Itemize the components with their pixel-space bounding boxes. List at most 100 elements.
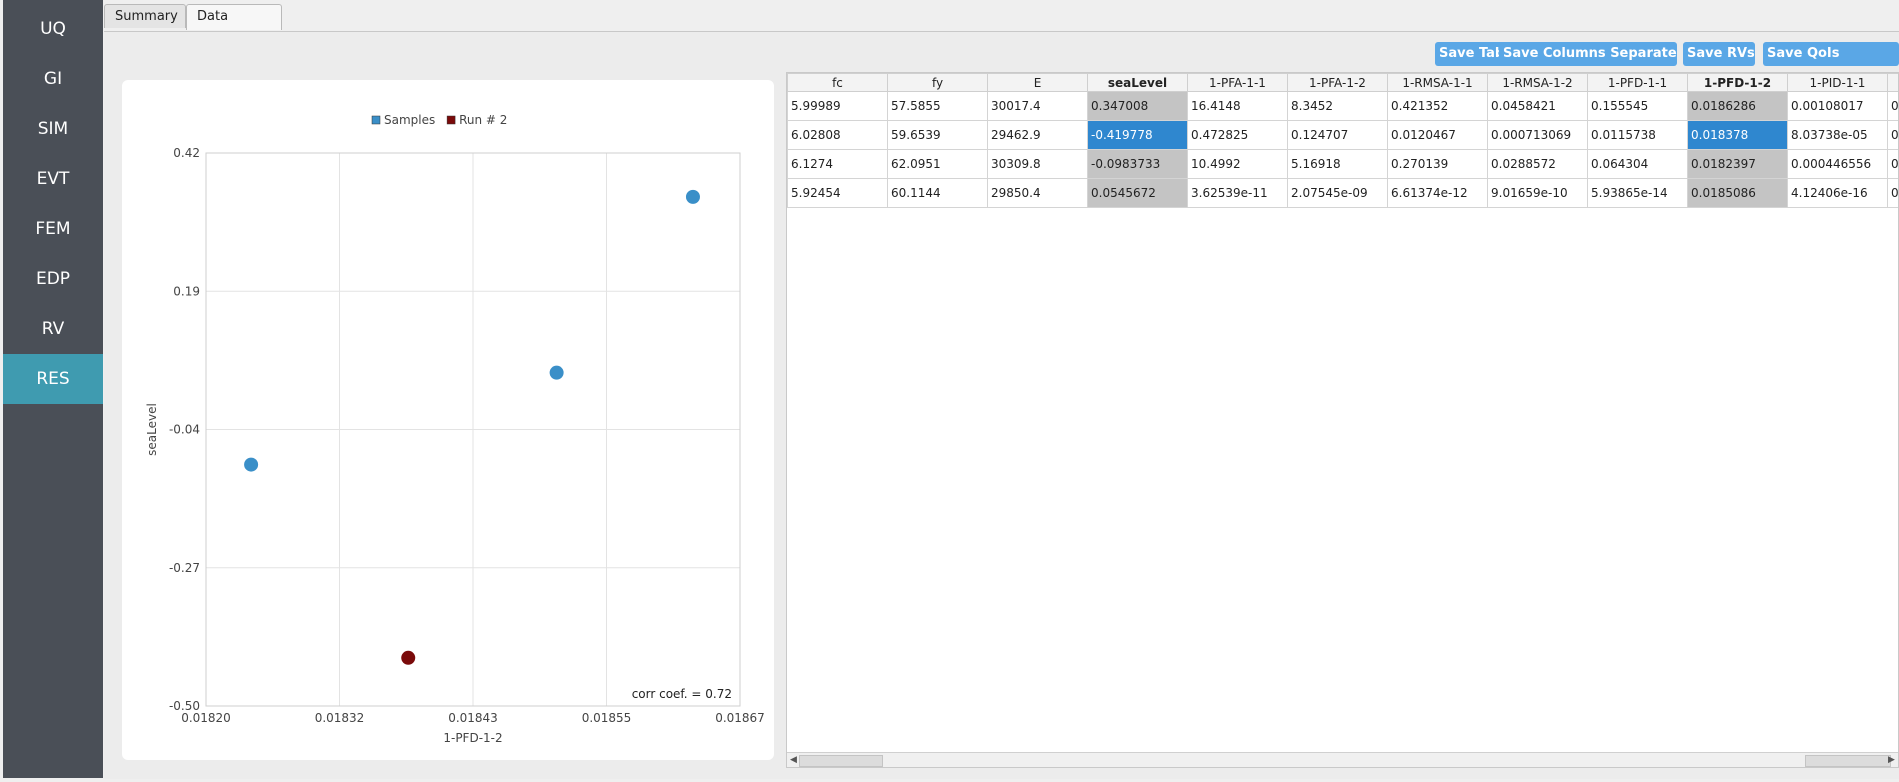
save-columns-separately-button[interactable]: Save Columns Separately xyxy=(1499,42,1677,66)
column-header[interactable]: 1-PFA-1-2 xyxy=(1287,73,1388,92)
table-cell[interactable]: 30309.8 xyxy=(987,149,1088,179)
table-cell[interactable]: 0 xyxy=(1887,149,1898,179)
table-cell[interactable]: 5.92454 xyxy=(787,178,888,208)
table-cell[interactable]: 0.0185086 xyxy=(1687,178,1788,208)
table-cell[interactable]: 0.000713069 xyxy=(1487,120,1588,150)
sidebar-item-edp[interactable]: EDP xyxy=(3,250,103,300)
sidebar-item-rv[interactable]: RV xyxy=(3,300,103,350)
scrollbar-track-segment[interactable] xyxy=(1805,755,1891,767)
table-cell[interactable]: 8.3452 xyxy=(1287,91,1388,121)
table-cell[interactable]: 0.0115738 xyxy=(1587,120,1688,150)
table-cell[interactable]: 0 xyxy=(1887,120,1898,150)
column-header[interactable]: seaLevel xyxy=(1087,73,1188,92)
table-cell[interactable]: 0.064304 xyxy=(1587,149,1688,179)
table-cell[interactable]: 2.07545e-09 xyxy=(1287,178,1388,208)
table-cell[interactable]: 57.5855 xyxy=(887,91,988,121)
sidebar-item-sim[interactable]: SIM xyxy=(3,100,103,150)
y-tick-label: 0.42 xyxy=(173,146,200,160)
sidebar-item-evt[interactable]: EVT xyxy=(3,150,103,200)
tab-data-values[interactable]: Data Values xyxy=(186,4,282,48)
table-cell[interactable]: 0.0186286 xyxy=(1687,91,1788,121)
y-tick-label: -0.50 xyxy=(169,699,200,713)
sidebar-item-fem[interactable]: FEM xyxy=(3,200,103,250)
save-rvs-button[interactable]: Save RVs xyxy=(1683,42,1755,66)
corr-coef-annotation: corr coef. = 0.72 xyxy=(632,687,732,701)
scatter-chart: 0.01820 0.01832 0.01843 0.01855 0.01867 0.42 0… xyxy=(145,113,765,745)
table-cell[interactable]: 29462.9 xyxy=(987,120,1088,150)
sidebar-item-res[interactable]: RES xyxy=(3,354,103,404)
table-cell[interactable]: 59.6539 xyxy=(887,120,988,150)
legend-label: Samples xyxy=(384,113,435,127)
table-cell[interactable]: 8.03738e-05 xyxy=(1787,120,1888,150)
table-cell[interactable]: 0.124707 xyxy=(1287,120,1388,150)
table-cell[interactable]: 0.00108017 xyxy=(1787,91,1888,121)
tab-summary[interactable]: Summary xyxy=(104,4,186,28)
scroll-right-arrow-icon[interactable]: ▶ xyxy=(1888,753,1895,767)
save-qois-button[interactable]: Save QoIs xyxy=(1763,42,1899,66)
table-cell[interactable]: 0.018378 xyxy=(1687,120,1788,150)
column-header[interactable]: 1-PFA-1-1 xyxy=(1187,73,1288,92)
column-header[interactable]: 1-PID-1-1 xyxy=(1787,73,1888,92)
table-cell[interactable]: 0.270139 xyxy=(1387,149,1488,179)
y-tick-label: -0.27 xyxy=(169,561,200,575)
sidebar-item-gi[interactable]: GI xyxy=(3,50,103,100)
table-cell[interactable]: 0.347008 xyxy=(1087,91,1188,121)
data-point xyxy=(549,365,564,380)
column-header[interactable]: E xyxy=(987,73,1088,92)
column-header[interactable]: 1-PFD-1-2 xyxy=(1687,73,1788,92)
column-header[interactable]: fy xyxy=(887,73,988,92)
table-cell[interactable]: 6.61374e-12 xyxy=(1387,178,1488,208)
table-cell[interactable]: 0.0545672 xyxy=(1087,178,1188,208)
data-table-container[interactable]: fc fy EseaLevel 1-PFA-1-1 1-PFA-1-2 1-RMSA-1-… xyxy=(786,72,1899,768)
table-cell[interactable]: 6.1274 xyxy=(787,149,888,179)
table-row[interactable]: 5.99989 57.5855 30017.4 0.347008 16.4148 8.34… xyxy=(787,91,1898,121)
results-panel: 0.01820 0.01832 0.01843 0.01855 0.01867 0.42 0… xyxy=(104,31,1899,779)
table-row[interactable]: 5.92454 60.1144 29850.4 0.0545672 3.62539e-1… xyxy=(787,178,1898,208)
horizontal-scrollbar[interactable]: ◀ ▶ xyxy=(787,752,1898,767)
table-cell[interactable]: 0.0458421 xyxy=(1487,91,1588,121)
data-table: fc fy EseaLevel 1-PFA-1-1 1-PFA-1-2 1-RMSA-1-… xyxy=(787,73,1898,208)
legend-swatch xyxy=(446,115,456,125)
table-cell[interactable]: 5.16918 xyxy=(1287,149,1388,179)
table-cell[interactable]: 0.0288572 xyxy=(1487,149,1588,179)
table-cell[interactable]: 3.62539e-11 xyxy=(1187,178,1288,208)
table-cell[interactable]: 30017.4 xyxy=(987,91,1088,121)
column-header[interactable]: 1-PID-1-2 xyxy=(1887,73,1898,92)
x-tick-label: 0.01855 xyxy=(582,711,632,725)
table-cell[interactable]: -0.419778 xyxy=(1087,120,1188,150)
column-header[interactable]: fc xyxy=(787,73,888,92)
table-cell[interactable]: 5.93865e-14 xyxy=(1587,178,1688,208)
table-cell[interactable]: 16.4148 xyxy=(1187,91,1288,121)
table-cell[interactable]: 62.0951 xyxy=(887,149,988,179)
table-cell[interactable]: 9.01659e-10 xyxy=(1487,178,1588,208)
column-header[interactable]: 1-RMSA-1-1 xyxy=(1387,73,1488,92)
table-row[interactable]: 6.02808 59.6539 29462.9 -0.419778 0.472825 0.… xyxy=(787,120,1898,150)
table-cell[interactable]: 10.4992 xyxy=(1187,149,1288,179)
scroll-left-arrow-icon[interactable]: ◀ xyxy=(790,753,797,767)
table-cell[interactable]: 0.472825 xyxy=(1187,120,1288,150)
table-cell[interactable]: 0 xyxy=(1887,91,1898,121)
table-cell[interactable]: 0.0182397 xyxy=(1687,149,1788,179)
legend-label: Run # 2 xyxy=(459,113,507,127)
x-axis-label: 1-PFD-1-2 xyxy=(443,731,502,745)
table-cell[interactable]: -0.0983733 xyxy=(1087,149,1188,179)
table-cell[interactable]: 0.000446556 xyxy=(1787,149,1888,179)
table-cell[interactable]: 0.0120467 xyxy=(1387,120,1488,150)
table-header-row: fc fy EseaLevel 1-PFA-1-1 1-PFA-1-2 1-RMSA-1-… xyxy=(787,73,1898,92)
column-header[interactable]: 1-RMSA-1-2 xyxy=(1487,73,1588,92)
table-cell[interactable]: 4.12406e-16 xyxy=(1787,178,1888,208)
table-cell[interactable]: 0.421352 xyxy=(1387,91,1488,121)
x-tick-label: 0.01832 xyxy=(315,711,365,725)
table-cell[interactable]: 29850.4 xyxy=(987,178,1088,208)
sidebar-item-uq[interactable]: UQ xyxy=(3,0,103,50)
table-cell[interactable]: 0.155545 xyxy=(1587,91,1688,121)
table-cell[interactable]: 6.02808 xyxy=(787,120,888,150)
scrollbar-thumb[interactable] xyxy=(799,755,883,767)
table-cell[interactable]: 60.1144 xyxy=(887,178,988,208)
table-cell[interactable]: 5.99989 xyxy=(787,91,888,121)
data-point xyxy=(244,457,259,472)
table-row[interactable]: 6.1274 62.0951 30309.8 -0.0983733 10.4992 5.1… xyxy=(787,149,1898,179)
column-header[interactable]: 1-PFD-1-1 xyxy=(1587,73,1688,92)
table-cell[interactable]: 0 xyxy=(1887,178,1898,208)
y-axis-label: seaLevel xyxy=(145,403,159,456)
